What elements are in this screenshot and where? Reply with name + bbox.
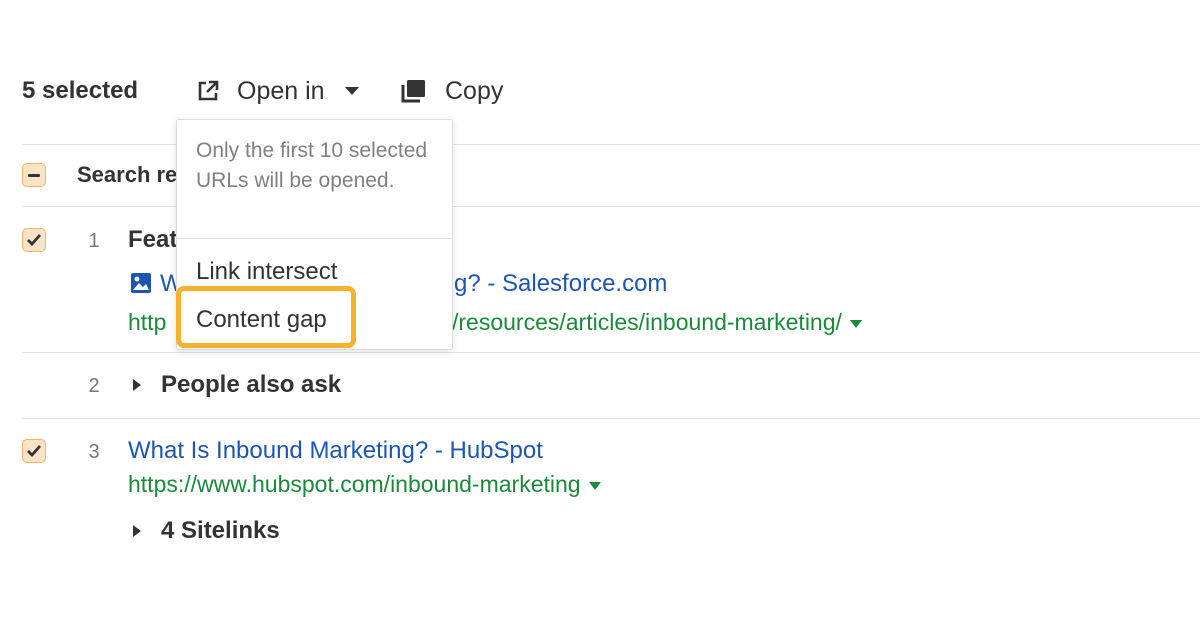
result-title-link[interactable]: What Is Inbound Marketing? - HubSpot [128, 436, 543, 466]
open-in-dropdown: Only the first 10 selected URLs will be … [176, 119, 453, 350]
result-url-link[interactable]: https://www.hubspot.com/inbound-marketin… [128, 469, 601, 499]
copy-button[interactable]: Copy [400, 74, 503, 108]
result-url-link[interactable]: /resources/articles/inbound-marketing/ [452, 307, 862, 337]
checkmark-icon [26, 233, 42, 247]
content-gap-menu-item[interactable]: Content gap [196, 305, 327, 335]
triangle-right-icon [133, 379, 141, 391]
open-in-button[interactable]: Open in [196, 74, 359, 108]
row-checkbox[interactable] [22, 439, 46, 463]
row-number: 2 [88, 375, 100, 397]
dropdown-divider [177, 238, 452, 239]
open-in-label: Open in [237, 76, 325, 105]
link-intersect-menu-item[interactable]: Link intersect [196, 257, 337, 287]
copy-label: Copy [445, 76, 504, 105]
people-also-ask-label: People also ask [161, 371, 342, 398]
sitelinks-expander[interactable]: 4 Sitelinks [133, 516, 280, 546]
caret-down-icon[interactable] [588, 482, 601, 490]
triangle-right-icon [133, 525, 141, 537]
featured-snippet-label: Feat [128, 226, 178, 253]
divider [22, 418, 1200, 419]
dropdown-note: Only the first 10 selected URLs will be … [196, 139, 428, 192]
select-all-checkbox[interactable] [22, 163, 46, 187]
result-url-text: https://www.hubspot.com/inbound-marketin… [128, 471, 581, 497]
image-icon [130, 272, 152, 299]
result-title-link[interactable]: g? - Salesforce.com [454, 269, 667, 299]
row-number: 1 [88, 230, 100, 252]
search-results-header: Search re [77, 162, 178, 187]
checkbox-indeterminate-icon [28, 173, 40, 177]
divider [22, 352, 1200, 353]
result-url-prefix-text: http [128, 309, 167, 335]
result-url-text: /resources/articles/inbound-marketing/ [452, 309, 842, 335]
external-link-icon [196, 79, 220, 103]
caret-down-icon[interactable] [849, 320, 862, 328]
row-checkbox[interactable] [22, 228, 46, 252]
copy-icon [400, 79, 426, 103]
row-number: 3 [88, 441, 100, 463]
checkmark-icon [26, 444, 42, 458]
sitelinks-label: 4 Sitelinks [161, 517, 280, 544]
caret-down-icon [344, 87, 359, 95]
people-also-ask-expander[interactable]: People also ask [133, 370, 341, 400]
selected-count: 5 selected [22, 77, 139, 104]
result-url-prefix[interactable]: http [128, 307, 166, 337]
